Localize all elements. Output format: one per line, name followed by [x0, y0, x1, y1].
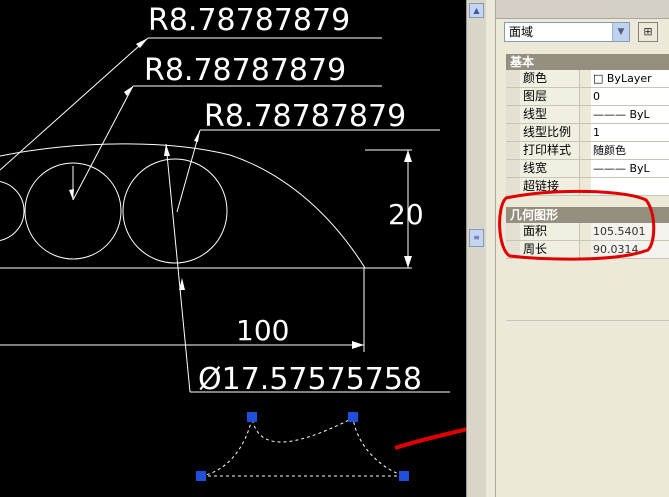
- prop-row-layer[interactable]: 图层 0: [506, 88, 669, 106]
- radius-label-1: R8.78787879: [148, 3, 350, 38]
- object-type-select[interactable]: 面域 ▼: [504, 22, 630, 42]
- circle-3: [122, 158, 228, 264]
- radius-label-2: R8.78787879: [144, 53, 346, 88]
- prop-row-linetype-scale[interactable]: 线型比例 1: [506, 124, 669, 142]
- prop-label: 线型: [506, 106, 580, 123]
- circle-1: [0, 181, 25, 241]
- category-gap: [506, 196, 669, 207]
- prop-label: 超链接: [506, 178, 580, 195]
- property-grid: 基本 颜色 □ ByLayer 图层 0 线型 ——— ByL 线型比例 1 打印样式随…: [506, 54, 669, 259]
- grip-right[interactable]: [399, 471, 409, 481]
- prop-row-plot-style[interactable]: 打印样式 随颜色: [506, 142, 669, 160]
- prop-row-linetype[interactable]: 线型 ——— ByL: [506, 106, 669, 124]
- quick-select-icon[interactable]: ⊞: [638, 22, 658, 42]
- diameter-dim-text: Ø17.57575758: [198, 362, 422, 397]
- prop-label: 图层: [506, 88, 580, 105]
- grip-left[interactable]: [196, 471, 206, 481]
- category-basic[interactable]: 基本: [506, 54, 669, 70]
- prop-value[interactable]: ——— ByL: [591, 106, 669, 123]
- prop-label: 周长: [506, 241, 580, 258]
- prop-value[interactable]: □ ByLayer: [591, 70, 669, 87]
- vertical-scrollbar[interactable]: ▲ ≡: [466, 0, 486, 497]
- palette-gutter: [486, 0, 496, 497]
- properties-palette: 面域 ▼ ⊞ 基本 颜色 □ ByLayer 图层 0 线型 ——— ByL 线型比例…: [496, 0, 669, 497]
- prop-value: 90.0314: [591, 241, 669, 258]
- selected-region[interactable]: [200, 417, 405, 477]
- scroll-thumb[interactable]: ≡: [469, 229, 484, 247]
- prop-label: 面积: [506, 223, 580, 240]
- prop-row-lineweight[interactable]: 线宽 ——— ByL: [506, 160, 669, 178]
- leader-3: [176, 129, 201, 213]
- annotation-arrow: [394, 427, 466, 450]
- prop-value[interactable]: 1: [591, 124, 669, 141]
- object-type-value: 面域: [509, 25, 534, 39]
- prop-row-hyperlink[interactable]: 超链接: [506, 178, 669, 196]
- height-dim-text: 20: [388, 198, 424, 231]
- prop-row-area[interactable]: 面积 105.5401: [506, 223, 669, 241]
- grip-top-right[interactable]: [348, 412, 358, 422]
- prop-label: 线型比例: [506, 124, 580, 141]
- chevron-down-icon[interactable]: ▼: [612, 23, 629, 41]
- prop-value[interactable]: 0: [591, 88, 669, 105]
- leader-2: [72, 85, 134, 201]
- grid-bottom-line: [506, 320, 669, 321]
- outer-arc: [0, 143, 366, 269]
- scroll-up-icon[interactable]: ▲: [469, 3, 484, 18]
- prop-value: 105.5401: [591, 223, 669, 240]
- drawing-canvas[interactable]: R8.78787879 R8.78787879 R8.78787879 20 1…: [0, 0, 466, 497]
- radius-label-3: R8.78787879: [204, 99, 406, 134]
- prop-label: 颜色: [506, 70, 580, 87]
- prop-label: 打印样式: [506, 142, 580, 159]
- prop-value[interactable]: [591, 178, 669, 195]
- grip-top-left[interactable]: [247, 412, 257, 422]
- category-geometry[interactable]: 几何图形: [506, 207, 669, 223]
- cad-drawing: R8.78787879 R8.78787879 R8.78787879 20 1…: [0, 3, 466, 481]
- prop-value[interactable]: 随颜色: [591, 142, 669, 159]
- palette-title-bar: [496, 0, 669, 19]
- prop-row-color[interactable]: 颜色 □ ByLayer: [506, 70, 669, 88]
- prop-label: 线宽: [506, 160, 580, 177]
- width-dim-text: 100: [236, 314, 289, 347]
- prop-value[interactable]: ——— ByL: [591, 160, 669, 177]
- prop-row-perimeter[interactable]: 周长 90.0314: [506, 241, 669, 259]
- leader-1: [0, 37, 149, 171]
